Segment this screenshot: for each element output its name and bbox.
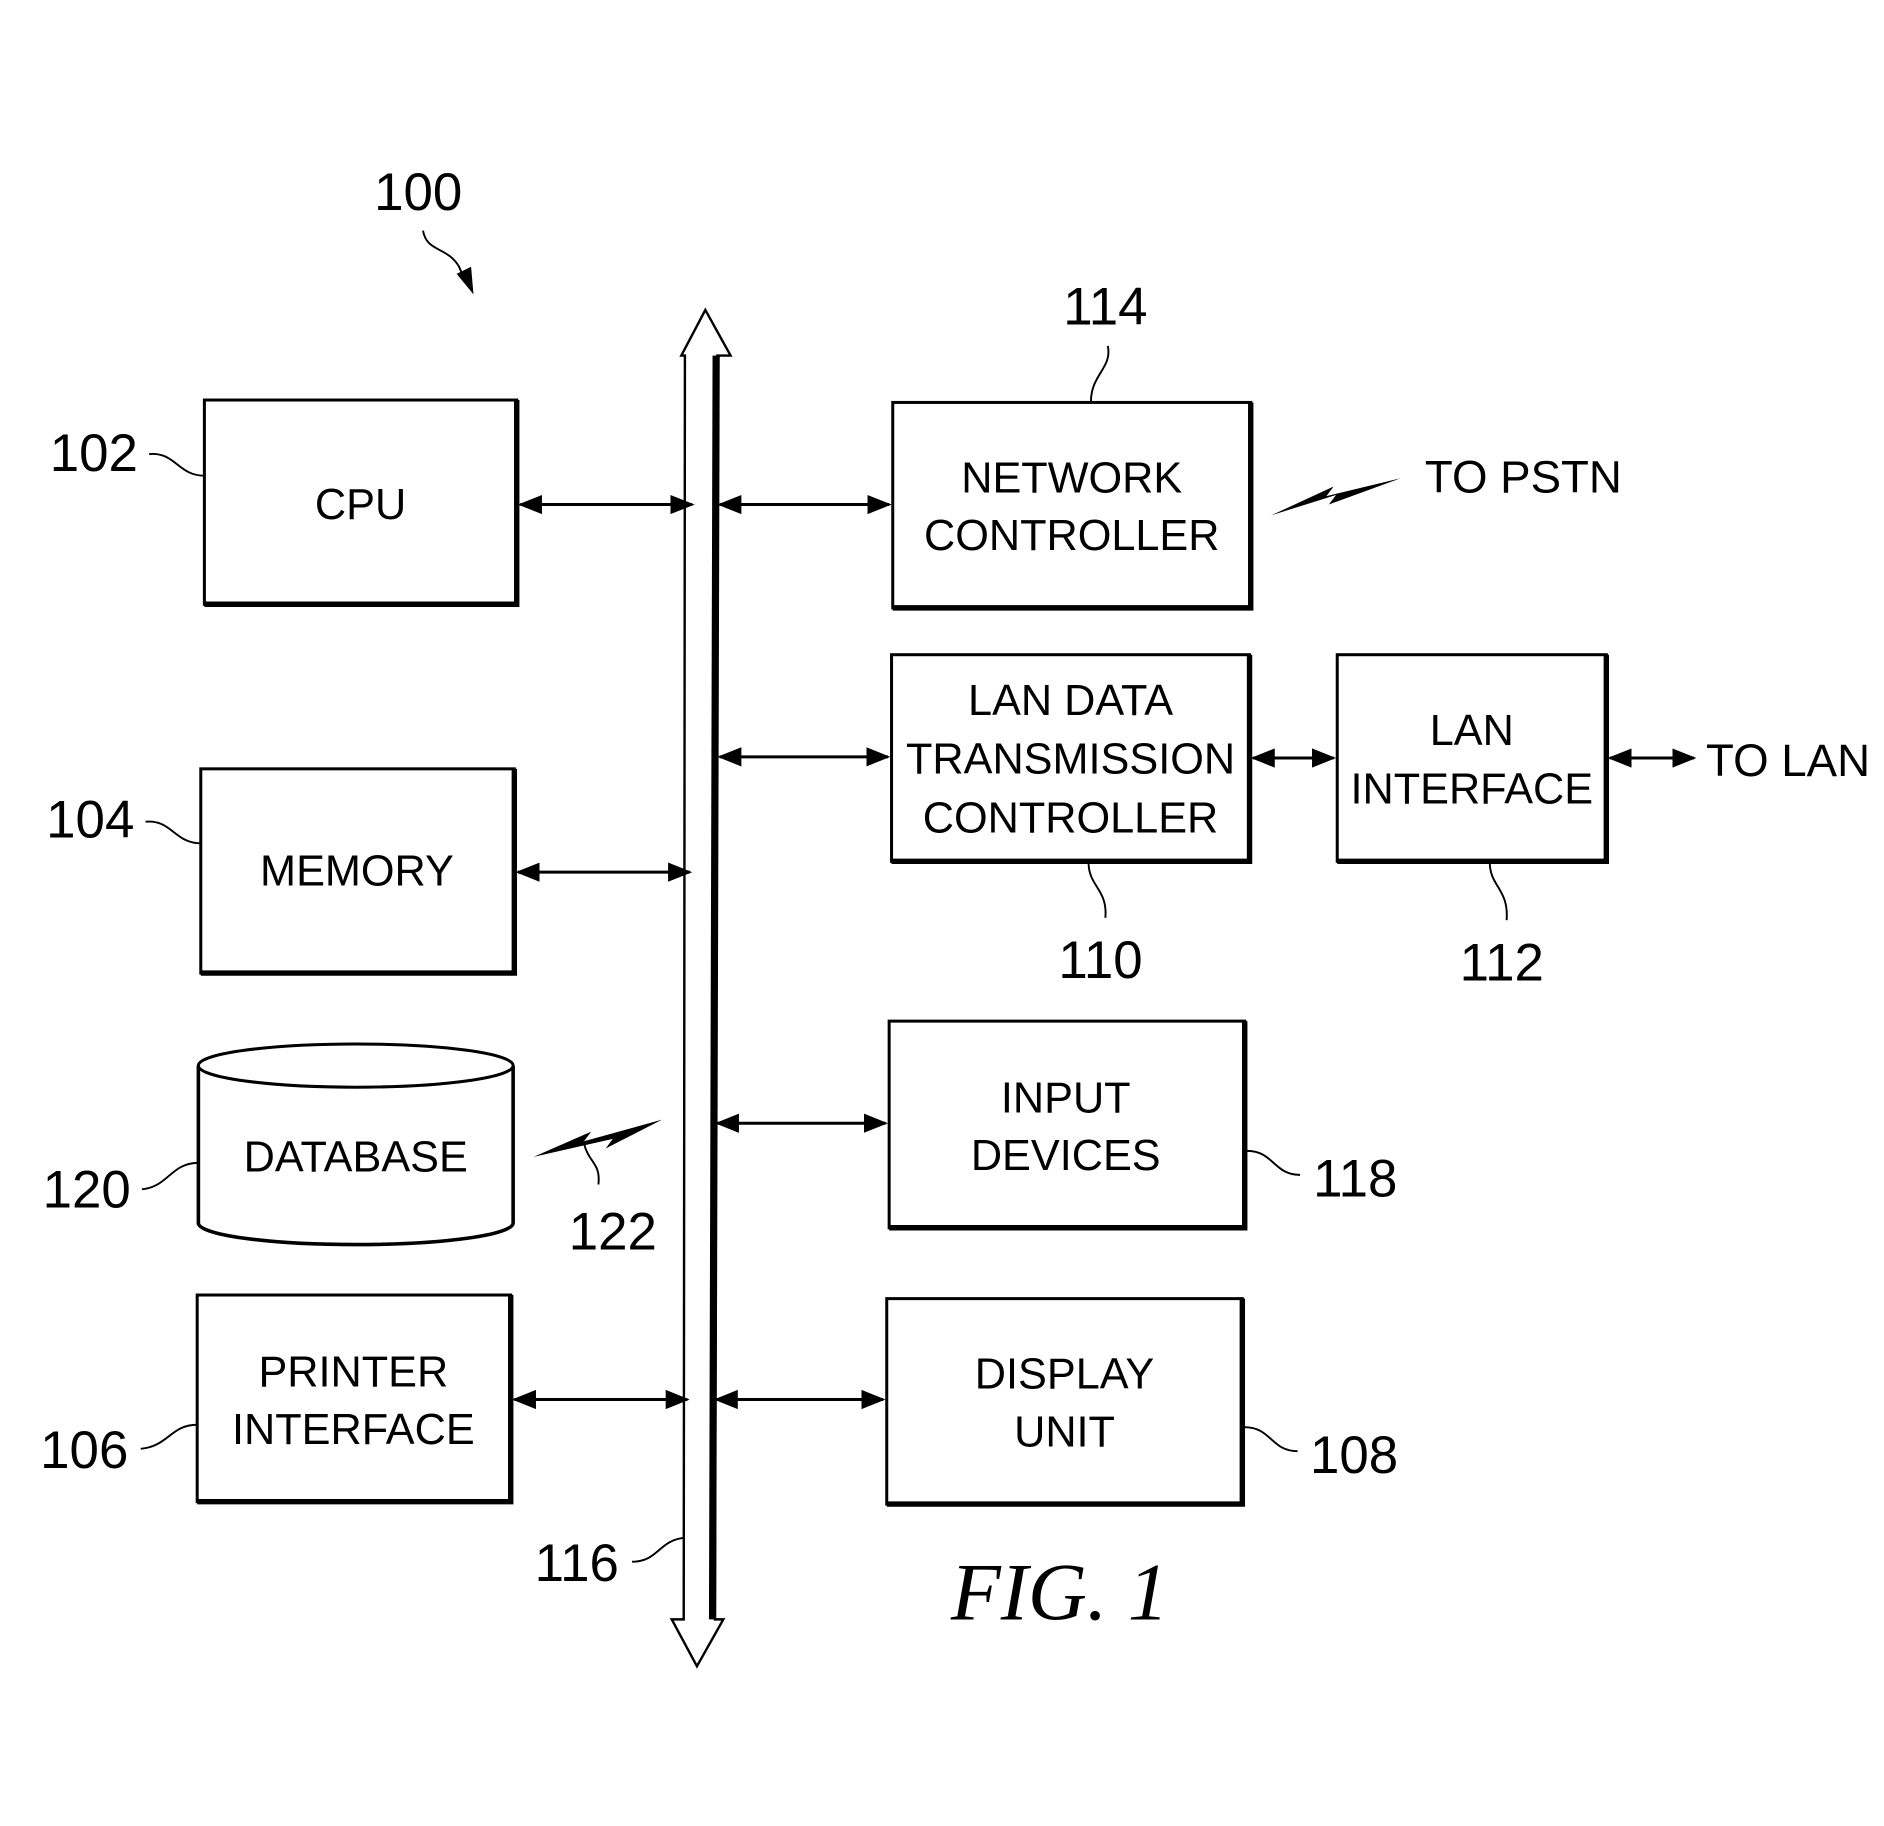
lan-interface-label-line2: INTERFACE [1350, 766, 1593, 814]
memory-block: MEMORY [199, 767, 518, 976]
input-devices-block: INPUT DEVICES [887, 1019, 1248, 1231]
printer-interface-ref-label: 106 [40, 1421, 128, 1480]
bus-ref-label: 116 [535, 1534, 619, 1593]
input-devices-ref-label: 118 [1313, 1150, 1397, 1209]
lan-interface-block: LAN INTERFACE [1335, 653, 1610, 865]
network-controller-label-line1: NETWORK [961, 455, 1182, 503]
lan-interface-ref-label: 112 [1460, 933, 1544, 992]
lan-interface-ref-leader [1488, 862, 1508, 921]
memory-label: MEMORY [260, 847, 454, 895]
display-unit-ref-label: 108 [1310, 1426, 1398, 1485]
system-bus [669, 307, 733, 1669]
memory-ref-leader [145, 820, 201, 845]
display-unit-ref-leader [1244, 1426, 1298, 1453]
display-unit-label-line1: DISPLAY [975, 1351, 1154, 1399]
printer-interface-block: PRINTER INTERFACE [195, 1293, 514, 1505]
network-controller-ref-leader [1090, 345, 1110, 402]
to-lan-label: TO LAN [1706, 735, 1870, 786]
system-ref-arrow [422, 230, 474, 295]
network-controller-label-line2: CONTROLLER [924, 512, 1219, 560]
printer-interface-label-line2: INTERFACE [232, 1406, 475, 1454]
lan-dtc-ref-leader [1087, 862, 1107, 918]
memory-ref-label: 104 [46, 790, 134, 849]
system-ref-label: 100 [374, 163, 462, 222]
lan-dtc-ref-label: 110 [1058, 931, 1142, 990]
cpu-block: CPU [202, 398, 520, 607]
to-pstn-label: TO PSTN [1425, 452, 1622, 503]
database-ref-label: 120 [43, 1160, 131, 1219]
pstn-wireless-link [1271, 478, 1401, 516]
database-ref-leader [141, 1161, 199, 1191]
network-controller-ref-label: 114 [1063, 277, 1147, 336]
lan-interface-label-line1: LAN [1430, 707, 1514, 755]
input-devices-label-line2: DEVICES [971, 1132, 1161, 1180]
lan-data-transmission-controller-block: LAN DATA TRANSMISSION CONTROLLER [890, 653, 1253, 865]
display-unit-block: DISPLAY UNIT [885, 1297, 1246, 1507]
cpu-ref-label: 102 [50, 424, 138, 483]
database-label: DATABASE [244, 1133, 468, 1181]
cpu-ref-leader [149, 453, 205, 477]
lan-dtc-label-line2: TRANSMISSION [906, 736, 1235, 784]
input-devices-label-line1: INPUT [1001, 1074, 1131, 1122]
database-wireless-link [533, 1119, 663, 1157]
database-block: DATABASE [196, 1042, 515, 1247]
printer-interface-ref-leader [140, 1423, 198, 1450]
wireless-link-ref-label: 122 [569, 1202, 657, 1261]
wireless-link-ref-leader [583, 1143, 600, 1185]
network-controller-block: NETWORK CONTROLLER [891, 400, 1254, 611]
block-diagram: 100 116 CPU 102 MEMORY 104 DATABASE 120 … [40, 163, 1870, 1669]
printer-interface-label-line1: PRINTER [258, 1348, 448, 1396]
figure-caption: FIG. 1 [950, 1546, 1169, 1637]
lan-dtc-label-line1: LAN DATA [968, 677, 1173, 725]
cpu-label: CPU [315, 481, 406, 529]
input-devices-ref-leader [1247, 1149, 1301, 1176]
bus-ref-leader [632, 1536, 686, 1563]
display-unit-label-line2: UNIT [1014, 1408, 1115, 1456]
lan-dtc-label-line3: CONTROLLER [923, 795, 1218, 843]
